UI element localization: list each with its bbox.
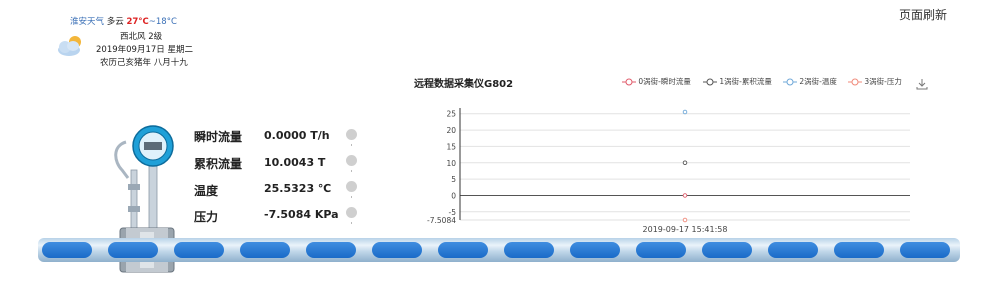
- pipe-flow-segment: [240, 242, 290, 258]
- status-indicator-temperature: [346, 181, 357, 192]
- pipe-flow-segment: [768, 242, 818, 258]
- chart-y-tick-label: 20: [446, 126, 456, 135]
- pipe-flow-segment: [834, 242, 884, 258]
- legend-label-1: 1涡街-累积流量: [719, 77, 772, 86]
- pipe-flow-segment: [702, 242, 752, 258]
- legend-label-2: 2涡街-温度: [799, 77, 837, 86]
- pipe-flow-segment: [636, 242, 686, 258]
- weather-date: 2019年09月17日 星期二: [96, 45, 193, 55]
- pipe-flow-segment: [42, 242, 92, 258]
- reading-label-temperature: 温度: [194, 184, 219, 198]
- chart-y-ticks: 2520151050-5-7.5084: [427, 110, 456, 225]
- weather-widget: 淮安天气 多云 27°C~18°C 西北风 2级 2019年09月17日 星期二…: [56, 16, 216, 76]
- pipe-flow-segment: [306, 242, 356, 258]
- chart-point-series-2[interactable]: [682, 109, 688, 115]
- legend-item-0[interactable]: 0涡街-瞬时流量: [622, 76, 691, 87]
- weather-temp-low: 18°C: [155, 17, 177, 27]
- weather-condition: 多云: [106, 17, 124, 27]
- status-indicator-tick: [351, 222, 352, 224]
- chart-point-series-1[interactable]: [682, 160, 688, 166]
- legend-marker-1: [703, 78, 717, 86]
- chart-y-tick-label: -7.5084: [427, 216, 456, 225]
- pipe-flow-segment: [438, 242, 488, 258]
- weather-lunar: 农历己亥猪年 八月十九: [100, 58, 188, 68]
- status-indicator-instant-flow: [346, 129, 357, 140]
- legend-item-1[interactable]: 1涡街-累积流量: [703, 76, 772, 87]
- status-indicator-total-flow: [346, 155, 357, 166]
- refresh-page-button[interactable]: 页面刷新: [899, 6, 947, 23]
- legend-marker-2: [783, 78, 797, 86]
- reading-value-instant-flow: 0.0000 T/h: [264, 129, 330, 142]
- chart-point-series-0[interactable]: [682, 193, 688, 198]
- legend-marker-3: [848, 78, 862, 86]
- chart-title: 远程数据采集仪G802: [414, 79, 514, 90]
- chart-y-tick-label: 0: [451, 191, 456, 200]
- status-indicator-pressure: [346, 207, 357, 218]
- legend-label-0: 0涡街-瞬时流量: [638, 77, 691, 86]
- chart-y-tick-label: 10: [446, 159, 456, 168]
- reading-value-total-flow: 10.0043 T: [264, 156, 326, 169]
- chart-plot: 2520151050-5-7.5084 2019-09-17 15:41:58: [427, 108, 910, 234]
- pipe-flow-segment: [108, 242, 158, 258]
- reading-label-pressure: 压力: [194, 210, 219, 224]
- reading-value-pressure: -7.5084 KPa: [264, 208, 339, 221]
- chart-point-series-3[interactable]: [682, 217, 688, 223]
- legend-item-2[interactable]: 2涡街-温度: [783, 76, 837, 87]
- weather-wind: 西北风 2级: [120, 32, 163, 42]
- legend-label-3: 3涡街-压力: [864, 77, 902, 86]
- pipe-flow-segment: [570, 242, 620, 258]
- status-indicator-tick: [351, 196, 352, 198]
- chart-y-tick-label: 15: [446, 142, 456, 151]
- chart-x-tick-label: 2019-09-17 15:41:58: [643, 225, 728, 234]
- status-indicator-tick: [351, 144, 352, 146]
- chart-y-tick-label: 25: [446, 110, 456, 119]
- chart-y-tick-label: 5: [451, 175, 456, 184]
- chart-grid: [460, 113, 910, 221]
- download-icon[interactable]: [916, 78, 928, 90]
- legend-marker-0: [622, 78, 636, 86]
- chart-points: [682, 109, 688, 223]
- pipe-flow-segment: [372, 242, 422, 258]
- weather-temp-sep: ~: [148, 17, 156, 27]
- weather-city: 淮安天气: [70, 17, 105, 27]
- legend-item-3[interactable]: 3涡街-压力: [848, 76, 902, 87]
- weather-temp-high: 27°C: [126, 17, 149, 27]
- reading-label-total-flow: 累积流量: [194, 157, 243, 171]
- pipe-flow-segment: [504, 242, 554, 258]
- pipe-flow-segment: [174, 242, 224, 258]
- reading-label-instant-flow: 瞬时流量: [194, 130, 243, 144]
- reading-value-temperature: 25.5323 ℃: [264, 182, 332, 195]
- cloudy-sun-icon: [58, 36, 81, 56]
- weather-summary: 淮安天气 多云 27°C~18°C: [70, 16, 177, 29]
- status-indicator-tick: [351, 170, 352, 172]
- pipe-flow-segment: [900, 242, 950, 258]
